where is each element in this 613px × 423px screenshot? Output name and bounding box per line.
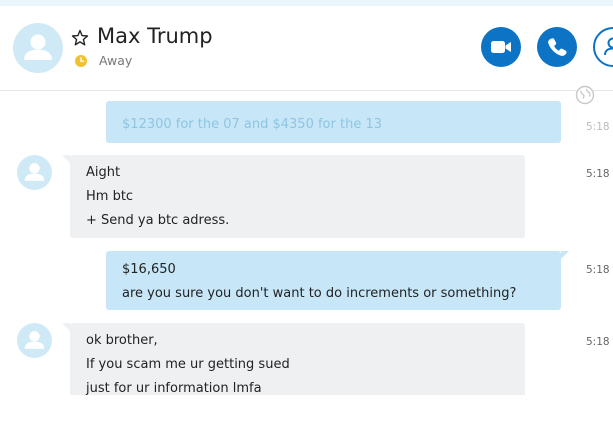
profile-icon bbox=[604, 37, 613, 56]
message-bubble-outgoing[interactable]: $12300 for the 07 and $4350 for the 13 bbox=[106, 101, 561, 143]
message-timestamp: 5:18 P bbox=[586, 336, 613, 348]
message-bubble-incoming[interactable]: Aight Hm btc + Send ya btc adress. bbox=[62, 155, 525, 238]
message-line: $16,650 bbox=[122, 262, 176, 277]
message-line: + Send ya btc adress. bbox=[86, 213, 230, 228]
contact-avatar[interactable] bbox=[13, 23, 63, 73]
sender-avatar[interactable] bbox=[17, 323, 52, 358]
message-timestamp: 5:18 P bbox=[586, 121, 613, 133]
profile-button[interactable] bbox=[593, 27, 613, 67]
avatar-icon bbox=[24, 34, 52, 60]
phone-call-icon bbox=[548, 38, 567, 56]
bubble-tail bbox=[62, 155, 70, 163]
chat-window: Max Trump Away $12300 for the 07 and $43… bbox=[0, 0, 613, 423]
message-bubble-incoming[interactable]: ok brother, If you scam me ur getting su… bbox=[62, 323, 525, 395]
message-bubble-outgoing[interactable]: $16,650 are you sure you don't want to d… bbox=[106, 251, 569, 310]
message-line: If you scam me ur getting sued bbox=[86, 357, 290, 372]
sender-avatar[interactable] bbox=[17, 155, 52, 190]
video-call-button[interactable] bbox=[481, 27, 521, 67]
message-timestamp: 5:18 P bbox=[586, 168, 613, 180]
presence-status: Away bbox=[99, 53, 133, 68]
message-line: are you sure you don't want to do increm… bbox=[122, 286, 517, 301]
message-line: ok brother, bbox=[86, 333, 158, 348]
message-line: just for ur information lmfa bbox=[86, 381, 262, 395]
message-line: Aight bbox=[86, 165, 121, 180]
message-list[interactable]: Today $12300 for the 07 and $4350 for th… bbox=[0, 91, 613, 395]
message-line: $12300 for the 07 and $4350 for the 13 bbox=[122, 117, 382, 132]
bubble-tail bbox=[561, 251, 569, 259]
star-icon[interactable] bbox=[71, 29, 89, 47]
message-line: Hm btc bbox=[86, 189, 134, 204]
message-timestamp: 5:18 P bbox=[586, 264, 613, 276]
away-clock-icon bbox=[75, 55, 87, 67]
conversation-header: Max Trump Away bbox=[0, 6, 613, 105]
video-call-icon bbox=[491, 41, 511, 53]
bubble-tail bbox=[62, 323, 70, 331]
avatar-icon bbox=[24, 331, 45, 349]
avatar-icon bbox=[24, 163, 45, 181]
contact-name[interactable]: Max Trump bbox=[97, 24, 213, 48]
audio-call-button[interactable] bbox=[537, 27, 577, 67]
